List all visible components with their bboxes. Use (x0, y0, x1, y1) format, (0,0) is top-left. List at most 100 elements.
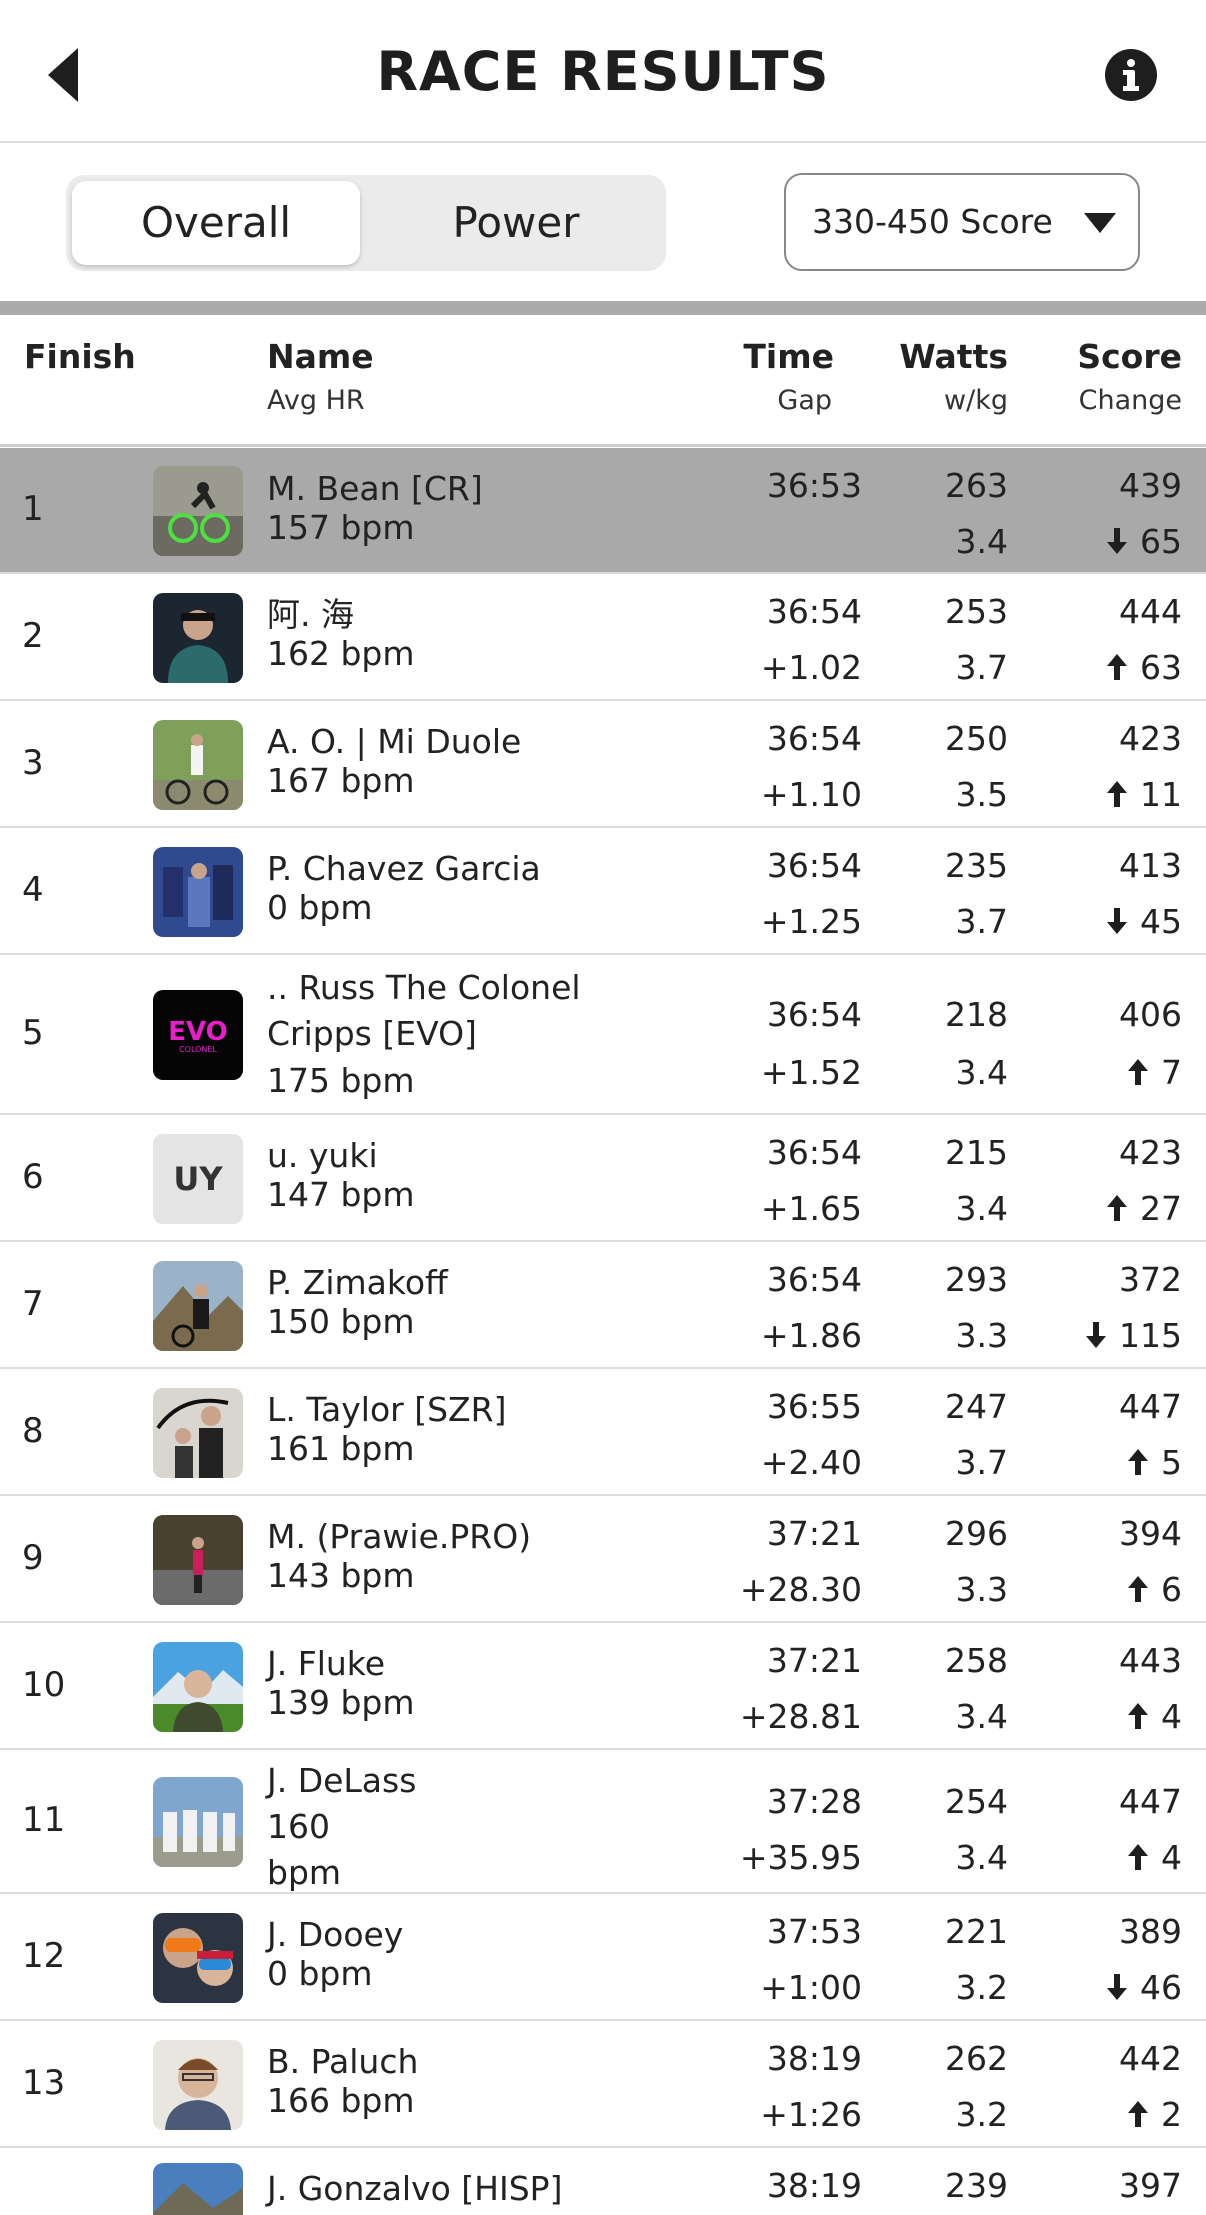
race-time: 36:53 (766, 466, 862, 505)
arrow-down-icon (1106, 1968, 1140, 2007)
tab-power[interactable]: Power (372, 181, 660, 265)
rider-avatar[interactable]: EVO COLONEL (153, 990, 243, 1080)
time-gap: +28.30 (739, 1570, 862, 1609)
arrow-down-icon (1085, 1316, 1119, 1355)
rider-name[interactable]: A. O. | Mi Duole (267, 719, 697, 765)
watts-per-kg: 3.7 (955, 1443, 1008, 1482)
rider-avg-hr: 167 bpm (267, 761, 415, 800)
watts-per-kg: 3.4 (955, 1838, 1008, 1877)
rider-avatar[interactable] (153, 1913, 243, 2003)
watts-per-kg: 3.2 (955, 2095, 1008, 2134)
tab-overall[interactable]: Overall (72, 181, 360, 265)
column-gap: Gap (777, 385, 832, 416)
rider-name[interactable]: B. Paluch (267, 2039, 697, 2085)
result-row[interactable]: 11 J. DeLass 160 bpm 37:28 +35.95 254 3.4 447 4 (0, 1750, 1206, 1894)
result-row[interactable]: 8 L. Taylor [SZR] 161 bpm 36:55 +2.40 247 3.7 4… (0, 1369, 1206, 1496)
category-dropdown[interactable]: 330-450 Score (784, 173, 1140, 271)
avg-watts: 239 (945, 2166, 1008, 2205)
rider-name[interactable]: P. Zimakoff (267, 1260, 697, 1306)
rider-avatar[interactable] (153, 2163, 243, 2215)
rider-name[interactable]: P. Chavez Garcia (267, 846, 697, 892)
arrow-up-icon (1127, 1697, 1161, 1736)
watts-per-kg: 3.4 (955, 1697, 1008, 1736)
race-time: 36:54 (766, 1133, 862, 1172)
finish-position: 8 (22, 1411, 44, 1451)
result-row[interactable]: 5 EVO COLONEL .. Russ The Colonel Cripps [E… (0, 955, 1206, 1115)
score-change: 6 (1127, 1570, 1182, 1609)
rider-name[interactable]: L. Taylor [SZR] (267, 1387, 697, 1433)
rider-name[interactable]: J. Fluke (267, 1641, 697, 1687)
column-change: Change (1078, 385, 1182, 416)
rider-avatar[interactable] (153, 720, 243, 810)
rider-avatar[interactable] (153, 1515, 243, 1605)
result-row[interactable]: 13 B. Paluch 166 bpm 38:19 +1:26 262 3.2 442 2 (0, 2021, 1206, 2148)
watts-per-kg: 3.5 (955, 775, 1008, 814)
rider-name[interactable]: M. (Prawie.PRO) (267, 1514, 697, 1560)
result-row[interactable]: 12 J. Dooey 0 bpm 37:53 +1:00 221 3.2 389 46 (0, 1894, 1206, 2021)
avg-watts: 221 (945, 1912, 1008, 1951)
race-time: 36:54 (766, 719, 862, 758)
rider-avg-hr: 166 bpm (267, 2081, 415, 2120)
rider-name[interactable]: M. Bean [CR] (267, 466, 697, 512)
result-row[interactable]: 4 P. Chavez Garcia 0 bpm 36:54 +1.25 235 3.7 41… (0, 828, 1206, 955)
rider-name[interactable]: 阿. 海 (267, 592, 697, 638)
score-change-value: 46 (1140, 1968, 1182, 2007)
rider-name[interactable]: u. yuki (267, 1133, 697, 1179)
column-score[interactable]: Score (1077, 337, 1182, 376)
rider-avg-hr: 157 bpm (267, 508, 415, 547)
rider-avg-hr: 0 bpm (267, 1954, 373, 1993)
rider-name[interactable]: J. Dooey (267, 1912, 697, 1958)
race-time: 36:54 (766, 592, 862, 631)
results-table-header: Finish Name Avg HR Time Gap Watts w/kg S… (0, 315, 1206, 447)
race-score: 389 (1119, 1912, 1182, 1951)
result-row[interactable]: 10 J. Fluke 139 bpm 37:21 +28.81 258 3.4 443 4 (0, 1623, 1206, 1750)
rider-name[interactable]: J. DeLass (267, 1758, 697, 1804)
rider-avatar[interactable] (153, 593, 243, 683)
rider-avg-hr: 161 bpm (267, 1429, 415, 1468)
score-change-value: 5 (1161, 1443, 1182, 1482)
info-icon[interactable] (1104, 48, 1158, 102)
column-name[interactable]: Name (267, 337, 374, 376)
finish-position: 2 (22, 616, 44, 656)
rider-avatar[interactable] (153, 1777, 243, 1867)
avg-watts: 215 (945, 1133, 1008, 1172)
svg-text:EVO: EVO (168, 1017, 228, 1047)
score-change-value: 27 (1140, 1189, 1182, 1228)
finish-position: 12 (22, 1936, 66, 1976)
column-finish[interactable]: Finish (24, 337, 136, 376)
finish-position: 13 (22, 2063, 66, 2103)
race-score: 423 (1119, 1133, 1182, 1172)
watts-per-kg: 3.4 (955, 1189, 1008, 1228)
time-gap: +35.95 (739, 1838, 862, 1877)
page-title: RACE RESULTS (376, 40, 830, 103)
svg-text:COLONEL: COLONEL (179, 1045, 217, 1054)
column-watts[interactable]: Watts (899, 337, 1008, 376)
rider-avatar[interactable] (153, 1261, 243, 1351)
result-row[interactable]: 2 阿. 海 162 bpm 36:54 +1.02 253 3.7 444 63 (0, 574, 1206, 701)
rider-avg-hr: 162 bpm (267, 634, 415, 673)
time-gap: +28.81 (739, 1697, 862, 1736)
rider-avatar[interactable] (153, 1642, 243, 1732)
score-change: 115 (1085, 1316, 1182, 1355)
result-row[interactable]: 9 M. (Prawie.PRO) 143 bpm 37:21 +28.30 296 3.3… (0, 1496, 1206, 1623)
rider-avatar[interactable]: UY (153, 1134, 243, 1224)
result-row[interactable]: 1 M. Bean [CR] 157 bpm 36:53 263 3.4 439 65 (0, 448, 1206, 574)
finish-position: 11 (22, 1800, 66, 1840)
rider-avatar[interactable] (153, 847, 243, 937)
result-row[interactable]: 3 A. O. | Mi Duole 167 bpm 36:54 +1.10 250 3.5… (0, 701, 1206, 828)
rider-avatar[interactable] (153, 2040, 243, 2130)
rider-name[interactable]: .. Russ The Colonel Cripps [EVO] (267, 965, 597, 1057)
score-change-value: 65 (1140, 522, 1182, 561)
arrow-up-icon (1127, 1443, 1161, 1482)
result-row[interactable]: 6 UY u. yuki 147 bpm 36:54 +1.65 215 3.4 423 27 (0, 1115, 1206, 1242)
result-row[interactable]: 7 P. Zimakoff 150 bpm 36:54 +1.86 293 3.3 372 11… (0, 1242, 1206, 1369)
rider-avatar[interactable] (153, 1388, 243, 1478)
finish-position: 4 (22, 870, 44, 910)
rider-avg-hr: 150 bpm (267, 1302, 415, 1341)
rider-name[interactable]: J. Gonzalvo [HISP] (267, 2166, 697, 2212)
section-divider (0, 301, 1206, 315)
result-row[interactable]: J. Gonzalvo [HISP] 38:19 239 397 (0, 2148, 1206, 2215)
column-time[interactable]: Time (743, 337, 834, 376)
rider-avatar[interactable] (153, 466, 243, 556)
finish-position: 7 (22, 1284, 44, 1324)
